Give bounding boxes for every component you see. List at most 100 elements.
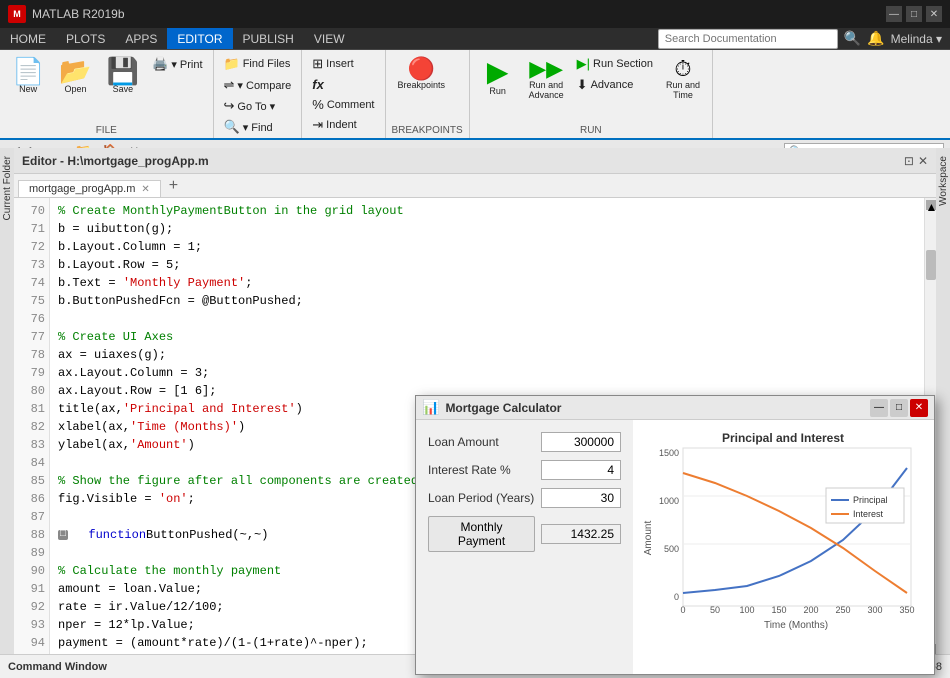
line-num: 84 (18, 454, 45, 472)
line-num: 82 (18, 418, 45, 436)
search-docs-input[interactable] (658, 29, 838, 49)
interest-rate-label: Interest Rate % (428, 463, 511, 477)
dialog-body: Loan Amount Interest Rate % Loan Period … (416, 420, 934, 674)
run-section-icon: ▶| (577, 56, 590, 72)
code-line: ax = uiaxes(g); (58, 346, 916, 364)
line-num: 72 (18, 238, 45, 256)
goto-button[interactable]: ↪ Go To ▾ (220, 96, 296, 116)
monthly-payment-display[interactable] (541, 524, 621, 544)
insert-button[interactable]: ⊞ Insert (308, 54, 378, 74)
menu-view[interactable]: VIEW (304, 28, 355, 49)
line-num: 93 (18, 616, 45, 634)
scroll-up-arrow[interactable]: ▲ (926, 200, 936, 210)
line-num: 85 (18, 472, 45, 490)
command-window-label: Command Window (8, 661, 107, 673)
minimize-button[interactable]: — (886, 6, 902, 22)
ribbon-group-navigate: 📁 Find Files ⇌ ▾ Compare ↪ Go To ▾ 🔍 ▾ F… (214, 50, 303, 138)
dialog-title-icon: 📊 (422, 399, 439, 416)
tab-close-icon[interactable]: ✕ (141, 184, 149, 195)
run-icon: ▶ (487, 58, 509, 86)
close-button[interactable]: ✕ (926, 6, 942, 22)
breakpoints-button[interactable]: 🔴 Breakpoints (392, 54, 452, 94)
fx-button[interactable]: fx (308, 75, 378, 94)
collapse-dot[interactable]: □ (58, 530, 68, 540)
principal-line (683, 468, 907, 593)
menu-home[interactable]: HOME (0, 28, 56, 49)
editor-window-controls[interactable]: ⊡ ✕ (904, 154, 928, 168)
comment-button[interactable]: % Comment (308, 95, 378, 114)
line-num: 74 (18, 274, 45, 292)
dialog-close-button[interactable]: ✕ (910, 399, 928, 417)
new-button[interactable]: 📄 New (6, 54, 50, 98)
monthly-payment-row: Monthly Payment (428, 516, 621, 552)
window-controls[interactable]: — □ ✕ (886, 6, 942, 22)
code-line: b = uibutton(g); (58, 220, 916, 238)
scroll-thumb[interactable] (926, 250, 936, 280)
edit-buttons: ⊞ Insert fx % Comment ⇥ Indent (308, 54, 378, 135)
loan-period-row: Loan Period (Years) (428, 488, 621, 508)
run-advance-icon: ▶▶ (529, 58, 563, 80)
new-tab-button[interactable]: + (161, 175, 186, 197)
print-section: 🖨️ ▾ Print (148, 54, 206, 74)
line-num: 88 (18, 526, 45, 544)
run-buttons: ▶ Run ▶▶ Run and Advance ▶| Run Section … (476, 54, 706, 123)
run-button[interactable]: ▶ Run (476, 54, 520, 100)
dialog-chart: Principal and Interest Amount 1500 1000 … (633, 420, 934, 674)
menu-plots[interactable]: PLOTS (56, 28, 115, 49)
run-time-button[interactable]: ⏱ Run and Time (660, 54, 706, 104)
close-editor-icon[interactable]: ✕ (918, 154, 928, 168)
notification-icon[interactable]: 🔔 (867, 30, 884, 47)
interest-rate-input[interactable] (541, 460, 621, 480)
loan-period-input[interactable] (541, 488, 621, 508)
line-num: 71 (18, 220, 45, 238)
mortgage-calculator-dialog: 📊 Mortgage Calculator — □ ✕ Loan Amount … (415, 395, 935, 675)
run-advance-button[interactable]: ▶▶ Run and Advance (523, 54, 570, 104)
y-tick: 1500 (659, 448, 679, 458)
maximize-button[interactable]: □ (906, 6, 922, 22)
interest-rate-row: Interest Rate % (428, 460, 621, 480)
workspace-tab[interactable]: Workspace (936, 148, 950, 214)
search-icon[interactable]: 🔍 (844, 30, 861, 47)
menu-publish[interactable]: PUBLISH (233, 28, 304, 49)
code-line: b.Layout.Column = 1; (58, 238, 916, 256)
menu-editor[interactable]: EDITOR (167, 28, 232, 49)
menu-bar: HOME PLOTS APPS EDITOR PUBLISH VIEW 🔍 🔔 … (0, 28, 950, 50)
fx-icon: fx (312, 77, 324, 92)
line-num: 90 (18, 562, 45, 580)
dialog-window-controls[interactable]: — □ ✕ (870, 399, 928, 417)
indent-button[interactable]: ⇥ Indent (308, 115, 378, 135)
monthly-payment-button[interactable]: Monthly Payment (428, 516, 535, 552)
app-title: MATLAB R2019b (32, 7, 125, 21)
find-button[interactable]: 🔍 ▾ Find (220, 117, 296, 137)
line-num: 92 (18, 598, 45, 616)
current-folder-tab[interactable]: Current Folder (0, 148, 15, 228)
line-num: 79 (18, 364, 45, 382)
ribbon-group-file: 📄 New 📂 Open 💾 Save 🖨️ ▾ Print FILE (0, 50, 214, 138)
save-button[interactable]: 💾 Save (101, 54, 145, 98)
goto-icon: ↪ (224, 98, 235, 114)
user-label[interactable]: Melinda ▾ (891, 32, 942, 46)
dialog-title-text: 📊 Mortgage Calculator (422, 399, 561, 416)
ribbon: 📄 New 📂 Open 💾 Save 🖨️ ▾ Print FILE (0, 50, 950, 140)
open-button[interactable]: 📂 Open (53, 54, 97, 98)
comment-icon: % (312, 97, 324, 112)
code-line: b.ButtonPushedFcn = @ButtonPushed; (58, 292, 916, 310)
dialog-maximize-button[interactable]: □ (890, 399, 908, 417)
advance-button[interactable]: ⬇ Advance (573, 75, 657, 95)
editor-tab[interactable]: mortgage_progApp.m ✕ (18, 180, 161, 197)
menu-apps[interactable]: APPS (115, 28, 167, 49)
run-section-button[interactable]: ▶| Run Section (573, 54, 657, 74)
ribbon-group-edit: ⊞ Insert fx % Comment ⇥ Indent EDIT (302, 50, 385, 138)
run-time-icon: ⏱ (674, 58, 691, 80)
side-panel-left: Current Folder (0, 148, 14, 654)
x-axis-label: Time (Months) (764, 620, 828, 631)
undock-icon[interactable]: ⊡ (904, 154, 914, 168)
loan-amount-input[interactable] (541, 432, 621, 452)
navigate-buttons: 📁 Find Files ⇌ ▾ Compare ↪ Go To ▾ 🔍 ▾ F… (220, 54, 296, 137)
compare-button[interactable]: ⇌ ▾ Compare (220, 75, 296, 95)
find-files-button[interactable]: 📁 Find Files (220, 54, 296, 74)
dialog-minimize-button[interactable]: — (870, 399, 888, 417)
chart-title: Principal and Interest (722, 431, 844, 445)
print-button[interactable]: 🖨️ ▾ Print (148, 54, 206, 74)
y-tick: 500 (664, 544, 679, 554)
